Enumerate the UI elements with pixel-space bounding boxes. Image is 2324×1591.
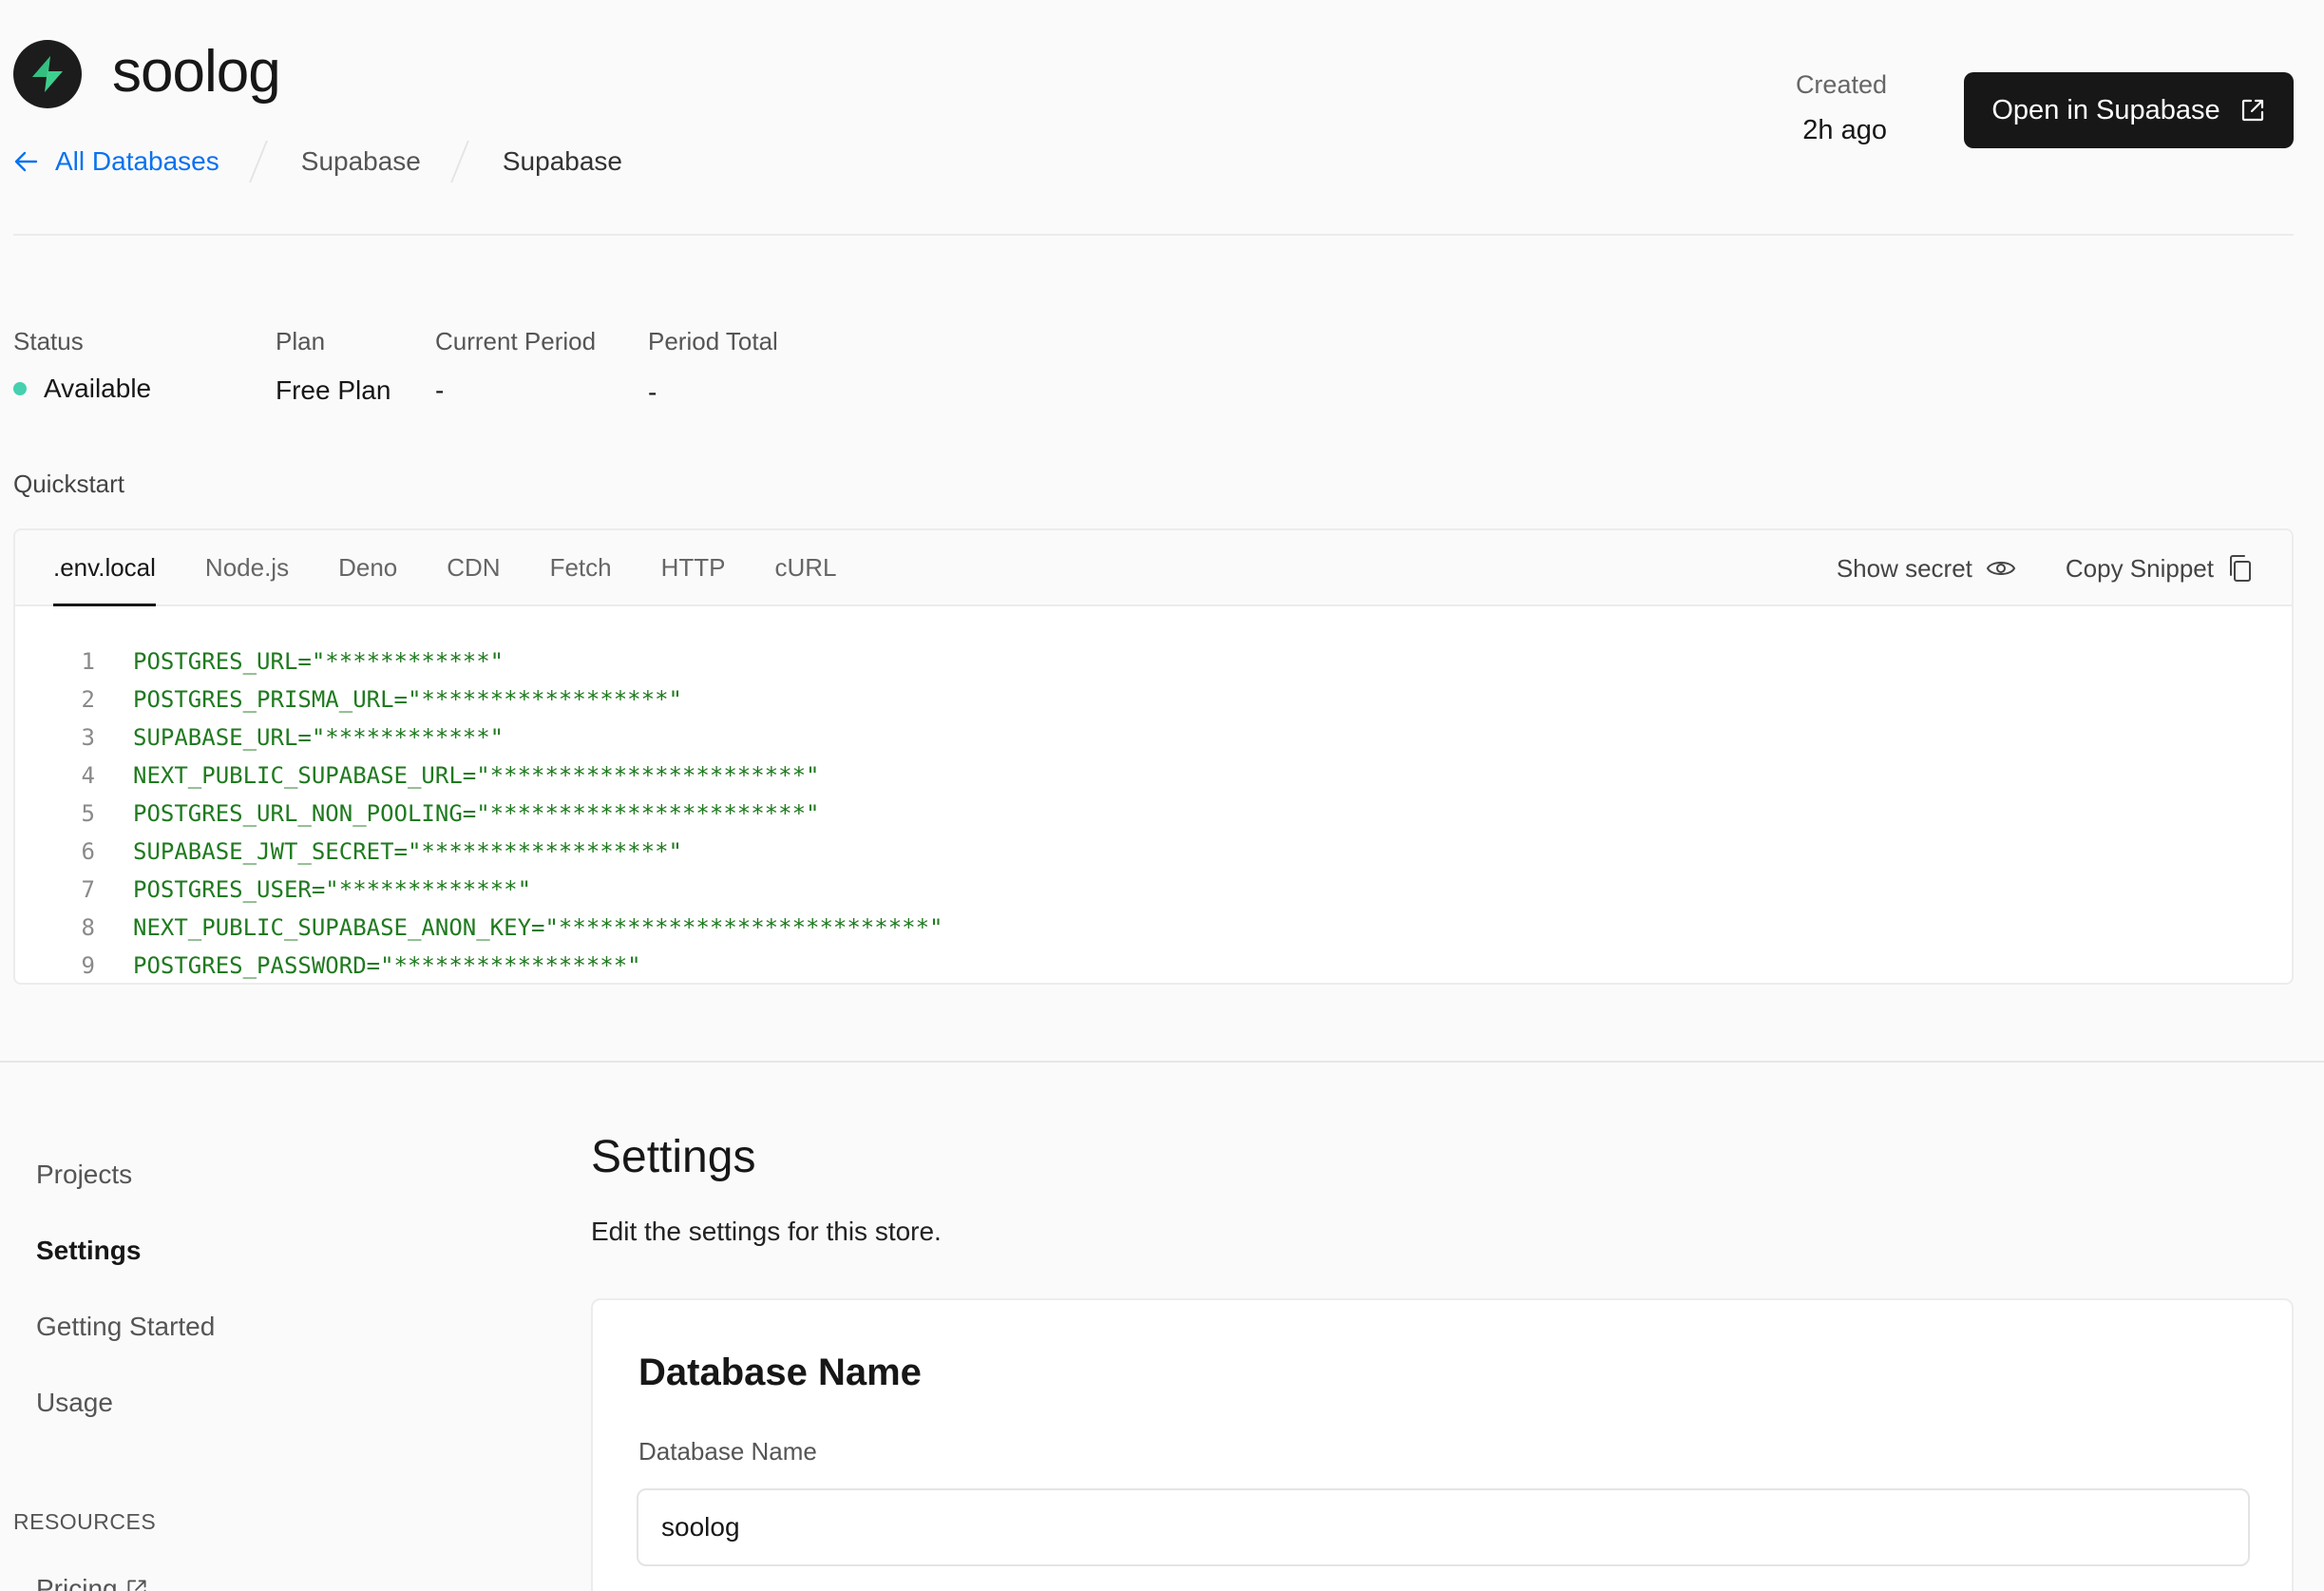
line-code: POSTGRES_USER="*************": [133, 876, 532, 903]
line-code: POSTGRES_PASSWORD="*****************": [133, 952, 641, 979]
line-number: 8: [81, 914, 95, 941]
current-period-value: -: [435, 375, 445, 405]
line-number: 7: [81, 876, 95, 903]
created-value: 2h ago: [1802, 115, 1887, 145]
plan-stat: Plan Free Plan: [276, 327, 391, 406]
all-databases-label: All Databases: [55, 146, 219, 176]
breadcrumb-item-integration[interactable]: Supabase: [301, 146, 421, 177]
database-name-field-label: Database Name: [638, 1437, 817, 1466]
plan-value: Free Plan: [276, 375, 391, 405]
tab-nodejs[interactable]: Node.js: [181, 530, 314, 604]
code-line: 9 POSTGRES_PASSWORD="*****************": [15, 947, 2292, 983]
database-name-card: Database Name Database Name: [591, 1298, 2294, 1591]
breadcrumb-item-current: Supabase: [502, 146, 622, 176]
section-divider: [0, 1061, 2324, 1063]
database-name-input[interactable]: [637, 1488, 2250, 1566]
open-in-supabase-label: Open in Supabase: [1991, 94, 2220, 125]
tab-curl[interactable]: cURL: [751, 530, 862, 604]
quickstart-tabbar: .env.local Node.js Deno CDN Fetch HTTP c…: [15, 530, 2292, 606]
supabase-logo-icon: [13, 40, 82, 108]
open-in-supabase-button[interactable]: Open in Supabase: [1964, 72, 2294, 148]
tab-http[interactable]: HTTP: [637, 530, 751, 604]
code-line: 1 POSTGRES_URL="************": [15, 642, 2292, 680]
line-number: 5: [81, 800, 95, 827]
pricing-label: Pricing: [36, 1574, 118, 1591]
breadcrumb-separator: [449, 141, 469, 182]
tab-env-local[interactable]: .env.local: [29, 530, 181, 606]
arrow-left-icon: [14, 151, 38, 172]
line-number: 9: [81, 952, 95, 979]
copy-snippet-button[interactable]: Copy Snippet: [2066, 554, 2254, 584]
line-code: SUPABASE_URL="************": [133, 724, 505, 751]
sidenav-item-projects[interactable]: Projects: [36, 1137, 215, 1213]
created-label: Created: [1795, 70, 1887, 99]
status-value: Available: [44, 374, 152, 403]
code-block: 1 POSTGRES_URL="************" 2 POSTGRES…: [15, 606, 2292, 983]
copy-icon: [2230, 555, 2251, 582]
sidenav-item-usage[interactable]: Usage: [36, 1365, 215, 1441]
created-info: Created 2h ago: [1796, 70, 1887, 146]
snippet-actions: Show secret Copy Snippet: [1787, 530, 2254, 606]
status-label: Status: [13, 327, 84, 355]
pricing-link[interactable]: Pricing: [36, 1574, 148, 1591]
breadcrumb-separator: [248, 141, 268, 182]
settings-description: Edit the settings for this store.: [591, 1217, 942, 1246]
quickstart-label: Quickstart: [13, 470, 125, 498]
code-line: 4 NEXT_PUBLIC_SUPABASE_URL="************…: [15, 757, 2292, 795]
line-code: SUPABASE_JWT_SECRET="******************": [133, 838, 682, 865]
line-code: NEXT_PUBLIC_SUPABASE_URL="**************…: [133, 762, 820, 789]
header-divider: [13, 234, 2294, 236]
settings-title: Settings: [591, 1132, 756, 1182]
show-secret-label: Show secret: [1836, 553, 1972, 583]
period-total-stat: Period Total -: [648, 327, 778, 408]
code-line: 5 POSTGRES_URL_NON_POOLING="************…: [15, 795, 2292, 833]
external-link-icon: [127, 1580, 146, 1591]
code-line: 3 SUPABASE_URL="************": [15, 719, 2292, 757]
code-line: 8 NEXT_PUBLIC_SUPABASE_ANON_KEY="*******…: [15, 909, 2292, 947]
line-number: 2: [81, 686, 95, 713]
status-stat: Status Available: [13, 327, 151, 404]
status-value-row: Available: [13, 374, 151, 404]
quickstart-code-panel: .env.local Node.js Deno CDN Fetch HTTP c…: [13, 528, 2294, 985]
sidenav-item-getting-started[interactable]: Getting Started: [36, 1289, 215, 1365]
page: soolog All Databases Supabase Supabase C…: [0, 0, 2324, 1591]
status-dot-icon: [13, 382, 27, 395]
tab-cdn[interactable]: CDN: [422, 530, 524, 604]
line-code: NEXT_PUBLIC_SUPABASE_ANON_KEY="*********…: [133, 914, 943, 941]
tab-deno[interactable]: Deno: [314, 530, 422, 604]
code-line: 2 POSTGRES_PRISMA_URL="*****************…: [15, 680, 2292, 719]
code-line: 7 POSTGRES_USER="*************": [15, 871, 2292, 909]
period-total-value: -: [648, 377, 657, 407]
resources-heading: RESOURCES: [13, 1509, 157, 1534]
line-code: POSTGRES_URL_NON_POOLING="**************…: [133, 800, 820, 827]
page-title: soolog: [112, 39, 281, 105]
breadcrumb: All Databases Supabase Supabase: [13, 139, 622, 184]
line-number: 3: [81, 724, 95, 751]
copy-snippet-label: Copy Snippet: [2065, 553, 2214, 583]
eye-icon: [1986, 562, 2016, 575]
line-code: POSTGRES_URL="************": [133, 648, 505, 675]
sidenav-item-settings[interactable]: Settings: [36, 1213, 215, 1289]
line-number: 6: [81, 838, 95, 865]
line-number: 4: [81, 762, 95, 789]
period-total-label: Period Total: [648, 327, 778, 355]
all-databases-link[interactable]: All Databases: [13, 146, 219, 177]
settings-sidenav: Projects Settings Getting Started Usage: [36, 1137, 215, 1441]
show-secret-button[interactable]: Show secret: [1837, 554, 2016, 584]
tab-fetch[interactable]: Fetch: [525, 530, 637, 604]
line-code: POSTGRES_PRISMA_URL="******************": [133, 686, 682, 713]
external-link-icon: [2241, 99, 2263, 122]
current-period-stat: Current Period -: [435, 327, 596, 406]
line-number: 1: [81, 648, 95, 675]
card-title: Database Name: [638, 1351, 922, 1393]
plan-label: Plan: [276, 327, 326, 355]
code-line: 6 SUPABASE_JWT_SECRET="*****************…: [15, 833, 2292, 871]
current-period-label: Current Period: [435, 327, 597, 355]
